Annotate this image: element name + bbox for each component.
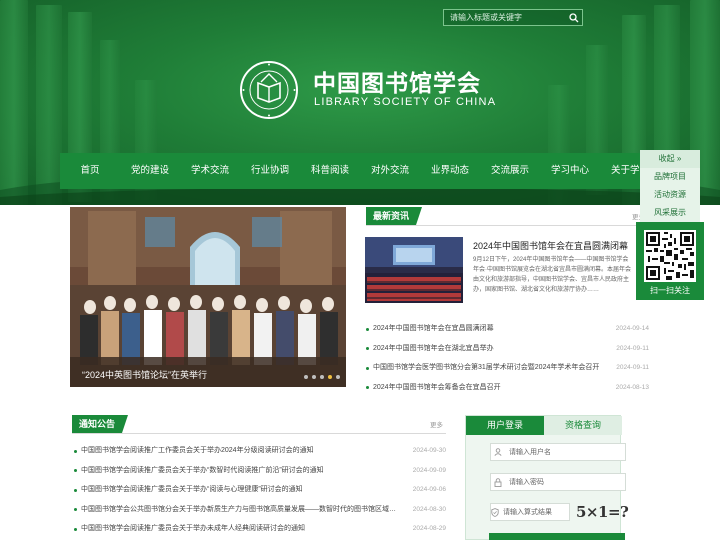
login-panel: 用户登录 资格查询	[465, 415, 626, 540]
list-item[interactable]: 中国图书馆学会医学图书馆分会第31届学术研讨会暨2024年学术年会召开 2024-…	[366, 358, 649, 378]
notice-item-title[interactable]: 中国图书馆学会阅读推广委员会关于举办“数智时代阅读推广前沿”研讨会的通知	[81, 461, 324, 481]
news-featured-image[interactable]	[365, 237, 463, 303]
site-subtitle: LIBRARY SOCIETY OF CHINA	[314, 96, 497, 108]
news-featured-summary: 9月12日下午，2024年中国图书馆年会——中国图书馆学会年会·中国图书馆展览会…	[473, 257, 631, 293]
notices-list: 中国图书馆学会阅读推广工作委员会关于举办2024年分级阅读研讨会的通知 2024-…	[74, 441, 446, 539]
slider-dot[interactable]	[304, 375, 308, 379]
notice-item-title[interactable]: 中国图书馆学会公共图书馆分会关于举办新质生产力与图书馆高质量发展——数智时代的图…	[81, 500, 396, 520]
nav-item-foreign[interactable]: 对外交流	[360, 153, 420, 189]
nav-item-industry[interactable]: 行业协调	[240, 153, 300, 189]
slide-photo	[70, 207, 346, 387]
float-collapse-label: 收起	[658, 154, 675, 163]
float-item-brand[interactable]: 品牌项目	[640, 168, 700, 186]
news-section-title: 最新资讯	[366, 207, 423, 225]
news-item-title[interactable]: 2024年中国图书馆年会筹备会在宜昌召开	[373, 378, 501, 398]
nav-item-home[interactable]: 首页	[60, 153, 120, 189]
float-item-resources[interactable]: 活动资源	[640, 186, 700, 204]
slider-dot[interactable]	[312, 375, 316, 379]
list-item[interactable]: 2024年中国图书馆年会在湖北宜昌举办 2024-09-11	[366, 339, 649, 359]
news-item-date: 2024-09-11	[616, 364, 649, 371]
nav-item-showcase[interactable]: 交流展示	[480, 153, 540, 189]
captcha-field[interactable]	[490, 503, 594, 521]
nav-item-news[interactable]: 业界动态	[420, 153, 480, 189]
notice-item-title[interactable]: 中国图书馆学会阅读推广工作委员会关于举办2024年分级阅读研讨会的通知	[81, 441, 314, 461]
main-nav: 首页 党的建设 学术交流 行业协调 科普阅读 对外交流 业界动态 交流展示 学习…	[60, 153, 660, 189]
news-item-title[interactable]: 中国图书馆学会医学图书馆分会第31届学术研讨会暨2024年学术年会召开	[373, 358, 599, 378]
slider-dot[interactable]	[320, 375, 324, 379]
notice-item-date: 2024-08-30	[412, 505, 446, 513]
search-input[interactable]	[444, 10, 566, 25]
lock-icon	[491, 474, 505, 490]
password-input[interactable]	[505, 474, 625, 490]
notice-item-date: 2024-09-30	[412, 447, 446, 454]
slider-dot[interactable]	[336, 375, 340, 379]
news-item-title[interactable]: 2024年中国图书馆年会在宜昌圆满闭幕	[373, 319, 494, 339]
news-item-date: 2024-09-14	[615, 325, 649, 332]
list-item[interactable]: 2024年中国图书馆年会筹备会在宜昌召开 2024-08-13	[366, 378, 649, 398]
list-item[interactable]: 中国图书馆学会阅读推广委员会关于举办未成年人经典阅读研讨会的通知 2024-08-…	[74, 519, 446, 539]
nav-item-reading[interactable]: 科普阅读	[300, 153, 360, 189]
notice-item-title[interactable]: 中国图书馆学会阅读推广委员会关于举办未成年人经典阅读研讨会的通知	[81, 519, 305, 539]
qr-label: 扫一扫关注	[650, 286, 690, 295]
username-field[interactable]	[490, 443, 626, 461]
nav-item-party[interactable]: 党的建设	[120, 153, 180, 189]
list-item[interactable]: 中国图书馆学会阅读推广工作委员会关于举办2024年分级阅读研讨会的通知 2024-…	[74, 441, 446, 461]
side-float-menu: 收起 » 品牌项目 活动资源 风采展示	[640, 150, 700, 222]
login-tabs: 用户登录 资格查询	[466, 416, 622, 435]
slider-dot-active[interactable]	[328, 375, 332, 379]
news-item-title[interactable]: 2024年中国图书馆年会在湖北宜昌举办	[373, 339, 494, 359]
user-icon	[491, 444, 505, 460]
nav-item-academic[interactable]: 学术交流	[180, 153, 240, 189]
news-list: 2024年中国图书馆年会在宜昌圆满闭幕 2024-09-14 2024年中国图书馆…	[366, 319, 649, 397]
notice-item-date: 2024-09-09	[412, 466, 446, 474]
notice-item-title[interactable]: 中国图书馆学会阅读推广委员会关于举办“阅读与心理健康”研讨会的通知	[81, 480, 303, 500]
tab-qualification-query[interactable]: 资格查询	[544, 416, 622, 435]
society-logo[interactable]	[239, 60, 299, 120]
search-icon[interactable]	[566, 10, 582, 25]
tab-user-login[interactable]: 用户登录	[466, 416, 544, 435]
shield-icon	[491, 504, 499, 520]
notice-item-date: 2024-09-06	[412, 486, 446, 493]
notices-divider	[72, 433, 446, 434]
list-item[interactable]: 中国图书馆学会公共图书馆分会关于举办新质生产力与图书馆高质量发展——数智时代的图…	[74, 500, 446, 520]
captcha-image[interactable]: 5×1=?	[576, 503, 629, 521]
notices-section-title: 通知公告	[72, 415, 129, 433]
photo-slider[interactable]: “2024中英图书馆论坛”在英举行	[70, 207, 346, 387]
search-box[interactable]	[443, 9, 583, 26]
float-item-gallery[interactable]: 风采展示	[640, 204, 700, 222]
qr-box: 扫一扫关注	[636, 222, 704, 300]
news-item-date: 2024-08-13	[615, 383, 649, 391]
news-item-date: 2024-09-11	[616, 344, 649, 352]
slide-caption[interactable]: “2024中英图书馆论坛”在英举行	[82, 368, 207, 381]
login-button[interactable]	[489, 533, 625, 540]
notice-item-date: 2024-08-29	[412, 525, 446, 532]
site-title: 中国图书馆学会	[313, 70, 481, 96]
username-input[interactable]	[505, 444, 625, 460]
double-chevron-right-icon: »	[676, 154, 682, 163]
password-field[interactable]	[490, 473, 626, 491]
notices-more-link[interactable]: 更多	[430, 419, 443, 429]
nav-item-learning[interactable]: 学习中心	[540, 153, 600, 189]
qr-code-icon	[644, 230, 696, 282]
slider-dots	[304, 375, 340, 379]
list-item[interactable]: 中国图书馆学会阅读推广委员会关于举办“数智时代阅读推广前沿”研讨会的通知 2024…	[74, 461, 446, 481]
float-collapse-button[interactable]: 收起 »	[640, 150, 700, 168]
list-item[interactable]: 2024年中国图书馆年会在宜昌圆满闭幕 2024-09-14	[366, 319, 649, 339]
news-divider	[366, 225, 636, 226]
news-featured-title[interactable]: 2024年中国图书馆年会在宜昌圆满闭幕	[473, 239, 628, 252]
list-item[interactable]: 中国图书馆学会阅读推广委员会关于举办“阅读与心理健康”研讨会的通知 2024-09…	[74, 480, 446, 500]
